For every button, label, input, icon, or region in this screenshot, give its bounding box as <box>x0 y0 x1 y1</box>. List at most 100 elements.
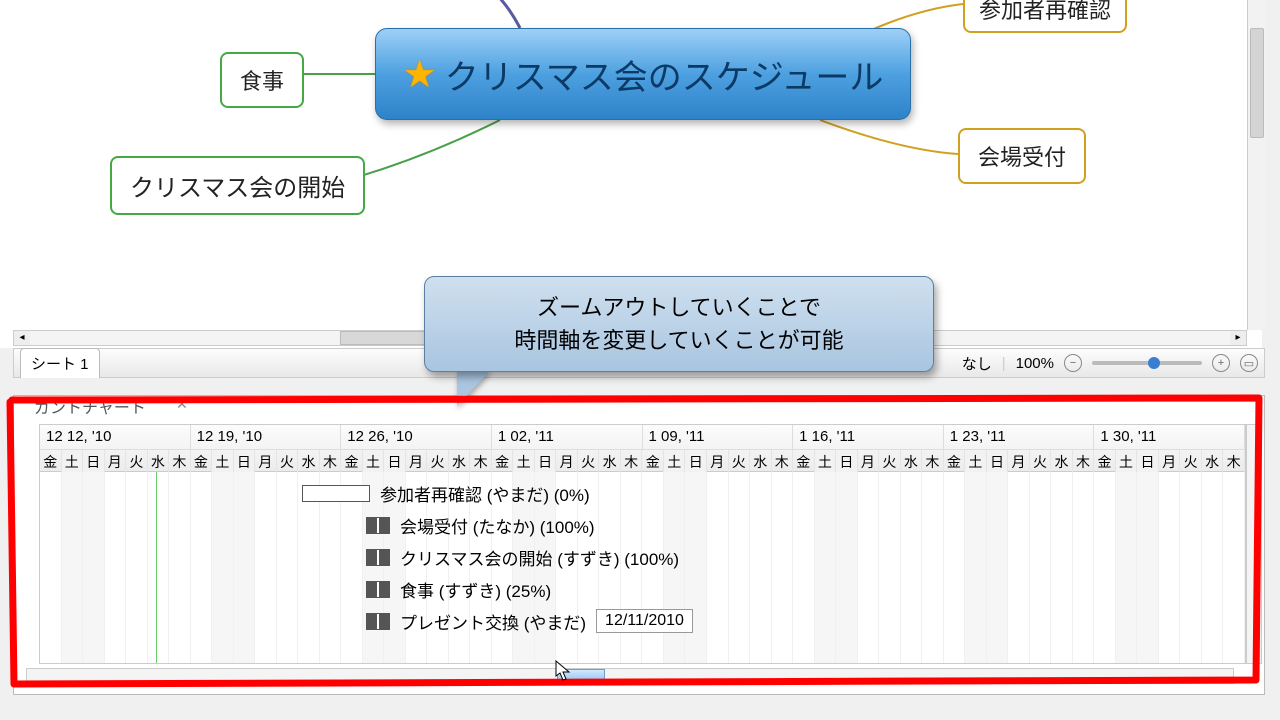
mindmap-node-label: 食事 <box>240 64 284 96</box>
gantt-day-header: 金 <box>191 450 213 473</box>
close-icon[interactable]: ✕ <box>176 396 188 413</box>
zoom-out-button[interactable]: − <box>1064 354 1082 372</box>
gantt-panel: ガントチャート ✕ 12 12, '1012 19, '1012 26, '10… <box>13 395 1265 695</box>
gantt-week-header: 12 19, '10 <box>191 425 342 449</box>
gantt-day-header: 日 <box>685 450 707 473</box>
gantt-day-header: 水 <box>599 450 621 473</box>
gantt-day-header: 水 <box>449 450 471 473</box>
mindmap-center-node[interactable]: ★ クリスマス会のスケジュール <box>375 28 911 120</box>
gantt-day-header: 火 <box>729 450 751 473</box>
gantt-task-bar[interactable] <box>366 581 390 598</box>
mindmap-node-start[interactable]: クリスマス会の開始 <box>110 156 365 215</box>
filter-label: なし <box>962 353 992 374</box>
zoom-in-button[interactable]: + <box>1212 354 1230 372</box>
gantt-task-bar[interactable] <box>302 485 370 502</box>
gantt-day-header: 土 <box>664 450 686 473</box>
gantt-day-header: 水 <box>148 450 170 473</box>
gantt-day-header: 月 <box>1008 450 1030 473</box>
gantt-week-header: 12 12, '10 <box>40 425 191 449</box>
gantt-day-header: 土 <box>815 450 837 473</box>
sheet-tab[interactable]: シート 1 <box>20 348 100 378</box>
gantt-day-header: 水 <box>1051 450 1073 473</box>
mindmap-node-label: 参加者再確認 <box>979 0 1111 25</box>
gantt-day-header: 土 <box>363 450 385 473</box>
zoom-slider[interactable] <box>1092 361 1202 365</box>
mindmap-node-reception[interactable]: 会場受付 <box>958 128 1086 184</box>
gantt-horizontal-scrollbar[interactable] <box>26 668 1234 684</box>
gantt-day-header: 土 <box>965 450 987 473</box>
gantt-task-label: 会場受付 (たなか) (100%) <box>400 513 595 538</box>
tutorial-callout: ズームアウトしていくことで 時間軸を変更していくことが可能 <box>424 276 934 372</box>
gantt-day-header: 月 <box>1159 450 1181 473</box>
scroll-left-button[interactable]: ◂ <box>14 331 30 345</box>
gantt-task-bar[interactable] <box>366 549 390 566</box>
gantt-day-header: 水 <box>750 450 772 473</box>
gantt-day-header: 木 <box>470 450 492 473</box>
gantt-day-header: 水 <box>901 450 923 473</box>
gantt-day-header: 火 <box>1180 450 1202 473</box>
gantt-body[interactable]: 参加者再確認 (やまだ) (0%) 会場受付 (たなか) (100%) クリスマス会… <box>39 472 1246 664</box>
gantt-day-header: 木 <box>1223 450 1245 473</box>
gantt-day-header: 日 <box>1137 450 1159 473</box>
gantt-day-header: 金 <box>642 450 664 473</box>
gantt-day-header: 木 <box>772 450 794 473</box>
gantt-day-header: 日 <box>987 450 1009 473</box>
gantt-day-header: 日 <box>83 450 105 473</box>
gantt-day-header: 日 <box>836 450 858 473</box>
gantt-day-header: 木 <box>320 450 342 473</box>
sheet-tab-label: シート 1 <box>31 356 89 373</box>
gantt-task-row[interactable]: 会場受付 (たなか) (100%) <box>40 510 1245 540</box>
mindmap-node-label: クリスマス会の開始 <box>130 168 345 203</box>
gantt-day-header: 金 <box>492 450 514 473</box>
gantt-week-header: 12 26, '10 <box>341 425 492 449</box>
gantt-day-header: 土 <box>513 450 535 473</box>
gantt-task-row[interactable]: クリスマス会の開始 (すずき) (100%) <box>40 542 1245 572</box>
gantt-day-header: 水 <box>1202 450 1224 473</box>
callout-line-2: 時間軸を変更していくことが可能 <box>445 324 913 357</box>
gantt-task-label: 食事 (すずき) (25%) <box>400 577 551 602</box>
zoom-value: 100% <box>1016 355 1054 372</box>
gantt-day-header: 金 <box>793 450 815 473</box>
gantt-task-bar[interactable] <box>366 613 390 630</box>
gantt-task-label: クリスマス会の開始 (すずき) (100%) <box>400 545 679 570</box>
gantt-day-header: 土 <box>62 450 84 473</box>
gantt-day-header: 金 <box>341 450 363 473</box>
gantt-task-row[interactable]: 食事 (すずき) (25%) <box>40 574 1245 604</box>
gantt-day-header: 金 <box>1094 450 1116 473</box>
gantt-day-header: 日 <box>535 450 557 473</box>
scrollbar-thumb[interactable] <box>557 669 605 683</box>
canvas-vertical-scrollbar[interactable] <box>1247 0 1265 330</box>
gantt-day-header: 月 <box>556 450 578 473</box>
gantt-task-date-tooltip: 12/11/2010 <box>596 609 693 633</box>
gantt-day-header: 金 <box>40 450 62 473</box>
zoom-fit-button[interactable]: ▭ <box>1240 354 1258 372</box>
gantt-task-bar[interactable] <box>366 517 390 534</box>
gantt-vertical-scrollbar[interactable] <box>1246 424 1262 664</box>
mindmap-node-reconfirm[interactable]: 参加者再確認 <box>963 0 1127 33</box>
callout-line-1: ズームアウトしていくことで <box>445 291 913 324</box>
center-node-title: クリスマス会のスケジュール <box>445 50 884 99</box>
gantt-panel-title: ガントチャート <box>34 394 146 418</box>
gantt-day-header: 月 <box>707 450 729 473</box>
gantt-day-header: 火 <box>126 450 148 473</box>
mindmap-node-label: 会場受付 <box>978 140 1066 172</box>
gantt-week-header: 1 23, '11 <box>944 425 1095 449</box>
gantt-week-header: 1 02, '11 <box>492 425 643 449</box>
scroll-right-button[interactable]: ▸ <box>1230 331 1246 345</box>
gantt-day-header: 金 <box>944 450 966 473</box>
gantt-day-header: 日 <box>384 450 406 473</box>
gantt-day-header: 木 <box>1073 450 1095 473</box>
gantt-day-header: 木 <box>621 450 643 473</box>
gantt-day-header: 土 <box>1116 450 1138 473</box>
gantt-day-header: 木 <box>169 450 191 473</box>
zoom-slider-handle[interactable] <box>1148 357 1160 369</box>
gantt-day-header: 火 <box>277 450 299 473</box>
mindmap-node-meal[interactable]: 食事 <box>220 52 304 108</box>
gantt-day-header: 日 <box>234 450 256 473</box>
gantt-task-row[interactable]: 参加者再確認 (やまだ) (0%) <box>40 478 1245 508</box>
gantt-task-row[interactable]: プレゼント交換 (やまだ) 12/11/2010 <box>40 606 1245 636</box>
gantt-day-header: 火 <box>879 450 901 473</box>
scrollbar-thumb[interactable] <box>1250 28 1264 138</box>
gantt-task-label: プレゼント交換 (やまだ) <box>400 609 586 634</box>
gantt-day-header: 火 <box>1030 450 1052 473</box>
